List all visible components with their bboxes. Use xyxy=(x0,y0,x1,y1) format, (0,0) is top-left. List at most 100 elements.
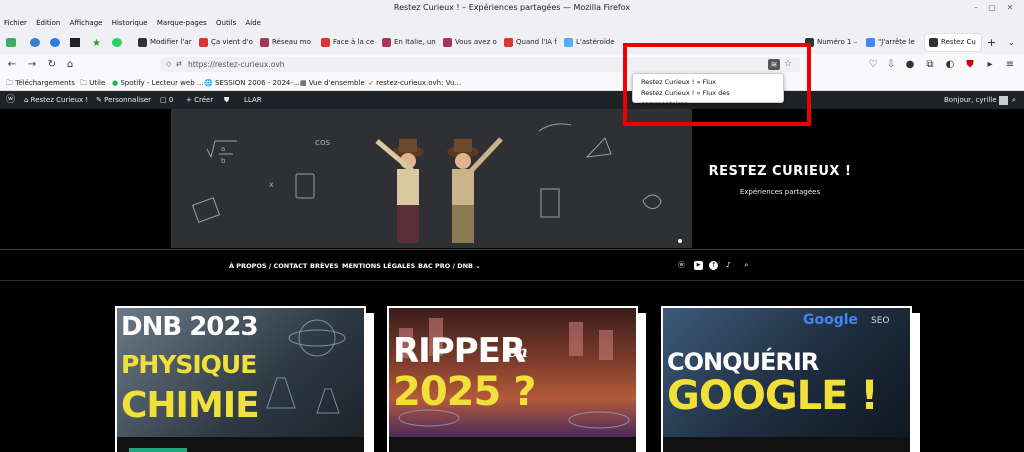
wp-search-icon[interactable]: ⌕ xyxy=(1012,91,1016,109)
pinned-tab-icon[interactable] xyxy=(6,38,16,47)
nav-breves[interactable]: BRÈVES xyxy=(310,250,339,282)
pinned-tab-icon[interactable] xyxy=(50,38,60,47)
puzzle-icon[interactable]: ⧉ xyxy=(922,56,938,73)
wp-site-link[interactable]: ⌂ Restez Curieux ! xyxy=(24,91,88,109)
chevron-down-icon: ⌄ xyxy=(475,262,481,270)
menu-history[interactable]: Historique xyxy=(112,19,148,27)
bookmark-label: SESSION 2006 - 2024-... xyxy=(214,79,300,87)
nav-bacpro[interactable]: BAC PRO / DNB ⌄ xyxy=(418,250,481,282)
new-tab-icon[interactable]: + xyxy=(987,34,997,51)
bookmarks-toolbar: 🗀 Téléchargements 🗀 Utile ● Spotify - Le… xyxy=(0,75,1024,91)
bookmark-item[interactable]: ▦ Vue d'ensemble xyxy=(300,75,365,91)
bookmark-item[interactable]: ● Spotify - Lecteur web ... xyxy=(112,75,204,91)
back-icon[interactable]: ← xyxy=(4,56,20,73)
post-thumbnail[interactable]: Google SEO CONQUÉRIR GOOGLE ! xyxy=(663,308,910,437)
post-thumbnail[interactable]: DNB 2023 PHYSIQUE CHIMIE xyxy=(117,308,364,437)
wp-shield-icon[interactable]: ⛊ xyxy=(224,91,229,109)
bookmark-item[interactable]: 🗀 Utile xyxy=(80,75,105,91)
bookmark-item[interactable]: 🗀 Téléchargements xyxy=(6,75,75,91)
tab-item[interactable]: "J'arrête le xyxy=(866,34,924,51)
tab-item[interactable]: Réseau mo xyxy=(260,34,318,51)
highlight-box xyxy=(623,43,811,126)
close-icon[interactable]: ✕ xyxy=(1002,0,1018,16)
downloads-icon[interactable]: ⇩ xyxy=(883,56,899,73)
frac-a-text: a xyxy=(221,145,225,153)
google-logo-text: Google xyxy=(803,312,859,328)
maximize-icon[interactable]: ▢ xyxy=(984,0,1000,16)
window-title: Restez Curieux ! – Expériences partagées… xyxy=(393,3,631,12)
navigation-toolbar: ← → ↻ ⌂ ◇ ⇄ https://restez-curieux.ovh ≋… xyxy=(0,54,1024,75)
thumb-title-line: CHIMIE xyxy=(121,385,260,426)
tab-label: Quand l'IA f xyxy=(516,38,557,46)
wp-site-label: Restez Curieux ! xyxy=(30,96,89,104)
tab-item-active[interactable]: Restez Cu xyxy=(925,34,981,51)
wordpress-icon[interactable]: ⓦ xyxy=(677,261,686,270)
shield-icon[interactable]: ◇ xyxy=(166,57,171,72)
thumb-title-line: PHYSIQUE xyxy=(121,350,257,379)
menu-file[interactable]: Fichier xyxy=(4,19,27,27)
reload-icon[interactable]: ↻ xyxy=(44,56,60,73)
thumb-title-line: CONQUÉRIR xyxy=(667,348,819,376)
tab-label: En Italie, un xyxy=(394,38,436,46)
bookmark-item[interactable]: 🌐 SESSION 2006 - 2024-... xyxy=(204,75,300,91)
chalkboard-drawing: cos a b x xyxy=(171,109,692,248)
tab-item[interactable]: Ça vient d'o xyxy=(199,34,257,51)
extension-icon[interactable]: ▸ xyxy=(982,56,998,73)
bookmark-label: Vue d'ensemble xyxy=(308,79,365,87)
menu-help[interactable]: Aide xyxy=(246,19,261,27)
tab-item[interactable]: En Italie, un xyxy=(382,34,440,51)
menu-view[interactable]: Affichage xyxy=(70,19,103,27)
tab-item[interactable]: Face à la ce xyxy=(321,34,379,51)
extension-icon[interactable]: ◐ xyxy=(942,56,958,73)
cos-text: cos xyxy=(315,138,330,148)
pinned-tab-icon[interactable] xyxy=(70,38,80,47)
ublock-icon[interactable]: ⛊ xyxy=(962,56,978,73)
minimize-icon[interactable]: – xyxy=(968,0,984,16)
seo-text: SEO xyxy=(871,316,890,326)
tab-item[interactable]: Numéro 1 – xyxy=(805,34,863,51)
post-card[interactable]: DNB 2023 PHYSIQUE CHIMIE xyxy=(115,306,366,452)
wp-customize-link[interactable]: ✎ Personnaliser xyxy=(96,91,151,109)
wordpress-icon[interactable]: ⓦ xyxy=(6,91,15,109)
url-text[interactable]: https://restez-curieux.ovh xyxy=(188,60,285,69)
category-badge[interactable] xyxy=(129,448,187,452)
slider-dot[interactable] xyxy=(678,239,682,243)
nav-about[interactable]: À PROPOS / CONTACT xyxy=(229,250,307,282)
post-thumbnail[interactable]: RIPPER en 2025 ? xyxy=(389,308,636,437)
pocket-icon[interactable]: ♡ xyxy=(865,56,881,73)
post-card[interactable]: RIPPER en 2025 ? xyxy=(387,306,638,452)
tab-label: Restez Cu xyxy=(941,38,976,46)
nav-mentions[interactable]: MENTIONS LÉGALES xyxy=(342,250,415,282)
wp-llar-link[interactable]: LLAR xyxy=(244,91,262,109)
tab-item[interactable]: L'astéroïde xyxy=(564,34,622,51)
tab-label: Modifier l'ar xyxy=(150,38,192,46)
menu-edit[interactable]: Édition xyxy=(36,19,60,27)
forward-icon[interactable]: → xyxy=(24,56,40,73)
pinned-tab-icon[interactable] xyxy=(30,38,40,47)
header-illustration: cos a b x xyxy=(171,109,692,248)
menu-bookmarks[interactable]: Marque-pages xyxy=(157,19,207,27)
wp-comments-count: 0 xyxy=(168,96,174,104)
thumb-title-line: GOOGLE ! xyxy=(667,373,879,419)
tab-list-icon[interactable]: ⌄ xyxy=(1008,34,1018,51)
tab-item[interactable]: Modifier l'ar xyxy=(138,34,196,51)
menu-icon[interactable]: ≡ xyxy=(1002,56,1018,73)
site-title[interactable]: RESTEZ CURIEUX ! xyxy=(692,164,868,179)
tab-item[interactable]: Vous avez o xyxy=(443,34,501,51)
youtube-icon[interactable]: ▶ xyxy=(694,261,703,270)
wp-comments-link[interactable]: ▢ 0 xyxy=(160,91,173,109)
whatsapp-tab-icon[interactable] xyxy=(112,38,122,47)
extension-icon[interactable]: ● xyxy=(902,56,918,73)
tab-item[interactable]: Quand l'IA f xyxy=(504,34,562,51)
search-icon[interactable]: ⌕ xyxy=(742,261,751,270)
tiktok-icon[interactable]: ♪ xyxy=(724,261,733,270)
facebook-icon[interactable]: f xyxy=(709,261,718,270)
wp-new-link[interactable]: + Créer xyxy=(186,91,213,109)
post-card[interactable]: Google SEO CONQUÉRIR GOOGLE ! xyxy=(661,306,912,452)
lock-icon[interactable]: ⇄ xyxy=(176,57,182,72)
wp-account-link[interactable]: Bonjour, cyrille xyxy=(944,91,1008,109)
home-icon[interactable]: ⌂ xyxy=(62,56,78,73)
menu-tools[interactable]: Outils xyxy=(216,19,236,27)
bookmark-item[interactable]: ➶ restez-curieux.ovh: Vu... xyxy=(368,75,461,91)
star-tab-icon[interactable]: ★ xyxy=(92,35,102,52)
